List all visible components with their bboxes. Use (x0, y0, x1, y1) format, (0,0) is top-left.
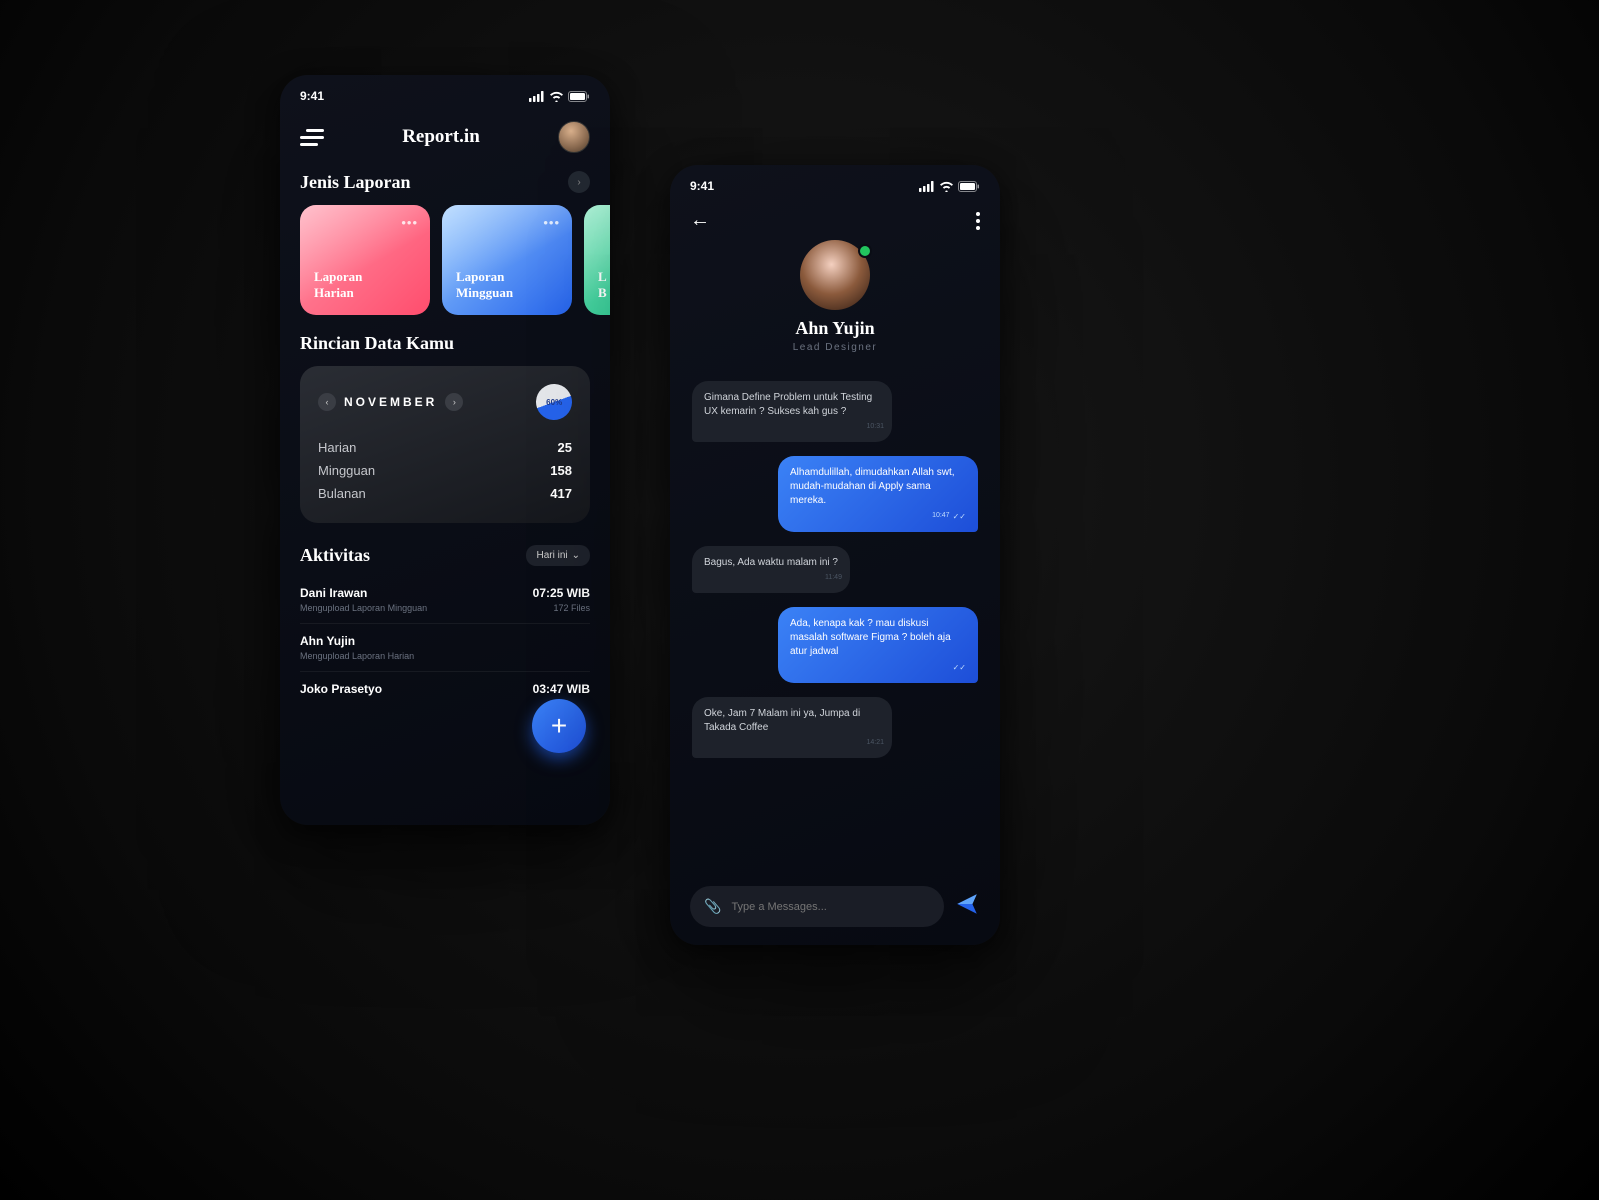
chat-profile: Ahn Yujin Lead Designer (690, 240, 980, 353)
next-month-button[interactable]: › (445, 393, 463, 411)
section-title-reports: Jenis Laporan (300, 172, 411, 193)
app-title: Report.in (402, 126, 480, 148)
message-sent[interactable]: Ada, kenapa kak ? mau diskusi masalah so… (778, 607, 978, 683)
read-receipt-icon: ✓✓ (953, 662, 966, 673)
message-time: 11:49 (704, 573, 842, 583)
message-received[interactable]: Oke, Jam 7 Malam ini ya, Jumpa di Takada… (692, 697, 892, 758)
prev-month-button[interactable]: ‹ (318, 393, 336, 411)
card-label: Harian (314, 285, 416, 301)
battery-icon (568, 91, 590, 102)
activity-name: Ahn Yujin (300, 634, 355, 648)
status-bar: 9:41 (670, 165, 1000, 199)
more-menu-button[interactable] (976, 212, 980, 230)
message-time: 10:47 (932, 511, 950, 521)
data-card: ‹ NOVEMBER › 60% Harian 25 Mingguan 158 Bu… (300, 366, 590, 523)
message-text: Bagus, Ada waktu malam ini ? (704, 556, 838, 570)
message-received[interactable]: Bagus, Ada waktu malam ini ? 11:49 (692, 546, 850, 593)
message-sent[interactable]: Alhamdulillah, dimudahkan Allah swt, mud… (778, 456, 978, 532)
phone-report: 9:41 Report.in Jenis Laporan › ••• Lapor… (280, 75, 610, 825)
chat-name: Ahn Yujin (690, 318, 980, 339)
activity-item[interactable]: Dani Irawan 07:25 WIB Mengupload Laporan … (300, 576, 590, 623)
send-button[interactable] (954, 891, 980, 922)
month-nav: ‹ NOVEMBER › (318, 393, 463, 411)
section-data-header: Rincian Data Kamu (280, 333, 610, 366)
chat-input[interactable]: 📎 (690, 886, 944, 927)
message-text: Gimana Define Problem untuk Testing UX k… (704, 391, 880, 419)
stat-label: Harian (318, 440, 356, 455)
avatar[interactable] (558, 121, 590, 153)
activity-sub: Mengupload Laporan Harian (300, 651, 414, 661)
card-label: B (598, 285, 610, 301)
add-button[interactable]: + (532, 699, 586, 753)
activity-list: Dani Irawan 07:25 WIB Mengupload Laporan … (280, 576, 610, 709)
report-card-harian[interactable]: ••• Laporan Harian (300, 205, 430, 315)
status-icons (919, 181, 980, 192)
stat-row: Harian 25 (318, 436, 572, 459)
menu-icon[interactable] (300, 129, 324, 146)
month-label: NOVEMBER (344, 395, 437, 409)
card-label: L (598, 269, 610, 285)
stat-row: Bulanan 417 (318, 482, 572, 505)
read-receipt-icon: ✓✓ (953, 511, 966, 522)
chat-input-row: 📎 (690, 886, 980, 927)
activity-filter-chip[interactable]: Hari ini ⌄ (526, 545, 590, 566)
message-time: 14:21 (704, 738, 884, 748)
activity-meta: 172 Files (553, 603, 590, 613)
report-card-bulanan[interactable]: L B (584, 205, 610, 315)
stat-label: Mingguan (318, 463, 375, 478)
report-cards-row[interactable]: ••• Laporan Harian ••• Laporan Mingguan … (280, 205, 610, 333)
status-bar: 9:41 (280, 75, 610, 109)
online-indicator (858, 244, 872, 258)
activity-sub: Mengupload Laporan Mingguan (300, 603, 427, 613)
activity-time: 07:25 WIB (533, 586, 590, 600)
section-title-activity: Aktivitas (300, 545, 370, 566)
section-title-data: Rincian Data Kamu (300, 333, 454, 354)
stat-value: 417 (550, 486, 572, 501)
wifi-icon (939, 181, 954, 192)
message-text: Oke, Jam 7 Malam ini ya, Jumpa di Takada… (704, 707, 880, 735)
attachment-icon[interactable]: 📎 (704, 898, 721, 915)
status-icons (529, 91, 590, 102)
message-time: 10:31 (704, 422, 884, 432)
filter-label: Hari ini (536, 550, 567, 561)
reports-more-button[interactable]: › (568, 171, 590, 193)
section-reports-header: Jenis Laporan › (280, 171, 610, 205)
percent-value: 60% (546, 398, 562, 407)
status-time: 9:41 (300, 89, 324, 103)
message-text: Ada, kenapa kak ? mau diskusi masalah so… (790, 617, 966, 659)
card-label: Mingguan (456, 285, 558, 301)
status-time: 9:41 (690, 179, 714, 193)
signal-icon (529, 91, 545, 102)
signal-icon (919, 181, 935, 192)
chevron-down-icon: ⌄ (572, 550, 580, 561)
wifi-icon (549, 91, 564, 102)
card-label: Laporan (314, 269, 416, 285)
message-text: Alhamdulillah, dimudahkan Allah swt, mud… (790, 466, 966, 508)
chat-avatar[interactable] (800, 240, 870, 310)
chat-role: Lead Designer (690, 342, 980, 353)
app-header: Report.in (280, 109, 610, 171)
stat-row: Mingguan 158 (318, 459, 572, 482)
battery-icon (958, 181, 980, 192)
phone-chat: 9:41 ← Ahn Yujin Lead Designer Gimana De… (670, 165, 1000, 945)
card-label: Laporan (456, 269, 558, 285)
activity-item[interactable]: Ahn Yujin Mengupload Laporan Harian (300, 623, 590, 671)
stat-value: 25 (558, 440, 572, 455)
percent-badge: 60% (531, 379, 577, 425)
chat-body[interactable]: Gimana Define Problem untuk Testing UX k… (670, 371, 1000, 758)
report-card-mingguan[interactable]: ••• Laporan Mingguan (442, 205, 572, 315)
card-menu-icon[interactable]: ••• (401, 215, 418, 231)
message-received[interactable]: Gimana Define Problem untuk Testing UX k… (692, 381, 892, 442)
chat-header: ← Ahn Yujin Lead Designer (670, 199, 1000, 371)
back-button[interactable]: ← (690, 209, 710, 232)
stat-label: Bulanan (318, 486, 366, 501)
activity-name: Joko Prasetyo (300, 682, 382, 696)
activity-time: 03:47 WIB (533, 682, 590, 696)
activity-name: Dani Irawan (300, 586, 367, 600)
activity-header: Aktivitas Hari ini ⌄ (280, 541, 610, 576)
stat-value: 158 (550, 463, 572, 478)
message-field[interactable] (731, 901, 930, 913)
card-menu-icon[interactable]: ••• (543, 215, 560, 231)
